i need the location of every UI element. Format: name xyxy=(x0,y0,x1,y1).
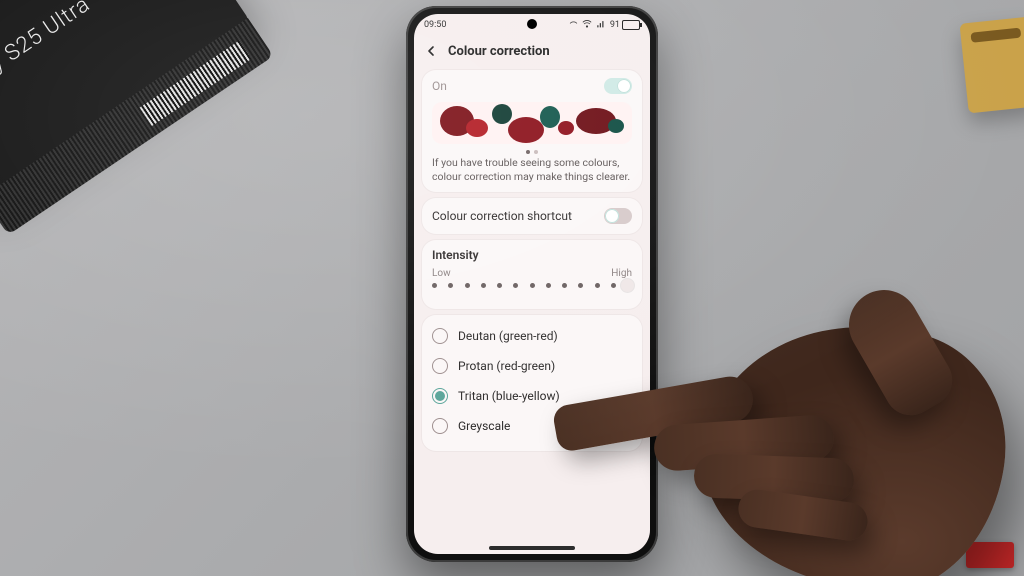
back-button[interactable] xyxy=(422,42,440,60)
sample-image xyxy=(432,102,632,144)
option-protan[interactable]: Protan (red-green) xyxy=(430,351,634,381)
nfc-icon xyxy=(569,19,578,31)
status-time: 09:50 xyxy=(424,20,446,30)
intensity-labels: Low High xyxy=(432,268,632,279)
shortcut-toggle[interactable] xyxy=(604,208,632,224)
shortcut-card: Colour correction shortcut xyxy=(422,198,642,234)
phone-screen: 09:50 91 xyxy=(414,14,650,554)
option-label: Tritan (blue-yellow) xyxy=(458,389,560,403)
battery-percent: 91 xyxy=(610,20,620,30)
pager-dot[interactable] xyxy=(534,150,538,154)
signal-icon xyxy=(596,19,606,32)
wifi-icon xyxy=(582,19,592,32)
radio-icon xyxy=(432,388,448,404)
option-label: Deutan (green-red) xyxy=(458,329,558,343)
wooden-object xyxy=(959,17,1024,114)
on-label: On xyxy=(432,79,447,93)
battery-icon xyxy=(622,20,640,30)
option-label: Greyscale xyxy=(458,419,510,433)
battery-indicator: 91 xyxy=(610,20,640,30)
gesture-bar xyxy=(489,546,575,550)
pager-dot[interactable] xyxy=(526,150,530,154)
option-deutan[interactable]: Deutan (green-red) xyxy=(430,321,634,351)
intensity-high: High xyxy=(611,268,632,279)
channel-badge xyxy=(966,542,1014,568)
radio-icon xyxy=(432,358,448,374)
option-tritan[interactable]: Tritan (blue-yellow) xyxy=(430,381,634,411)
options-card: Deutan (green-red) Protan (red-green) Tr… xyxy=(422,315,642,451)
intensity-low: Low xyxy=(432,268,451,279)
page-header: Colour correction xyxy=(414,34,650,64)
on-card: On If you have trouble seeing some colou… xyxy=(422,70,642,192)
intensity-card: Intensity Low High xyxy=(422,240,642,309)
radio-icon xyxy=(432,328,448,344)
product-box: Galaxy S25 Ultra xyxy=(0,0,284,251)
sample-pager xyxy=(432,144,632,156)
status-icons: 91 xyxy=(569,19,640,32)
front-camera xyxy=(527,19,537,29)
option-label: Protan (red-green) xyxy=(458,359,555,373)
phone-frame: 09:50 91 xyxy=(406,6,658,562)
option-greyscale[interactable]: Greyscale xyxy=(430,411,634,441)
scene: Galaxy S25 Ultra 09:50 xyxy=(0,0,1024,576)
description-text: If you have trouble seeing some colours,… xyxy=(432,156,632,184)
on-toggle[interactable] xyxy=(604,78,632,94)
page-title: Colour correction xyxy=(448,44,550,59)
radio-icon xyxy=(432,418,448,434)
intensity-slider[interactable] xyxy=(432,283,632,299)
shortcut-label: Colour correction shortcut xyxy=(432,209,572,223)
intensity-handle[interactable] xyxy=(621,279,634,292)
intensity-title: Intensity xyxy=(432,248,632,262)
